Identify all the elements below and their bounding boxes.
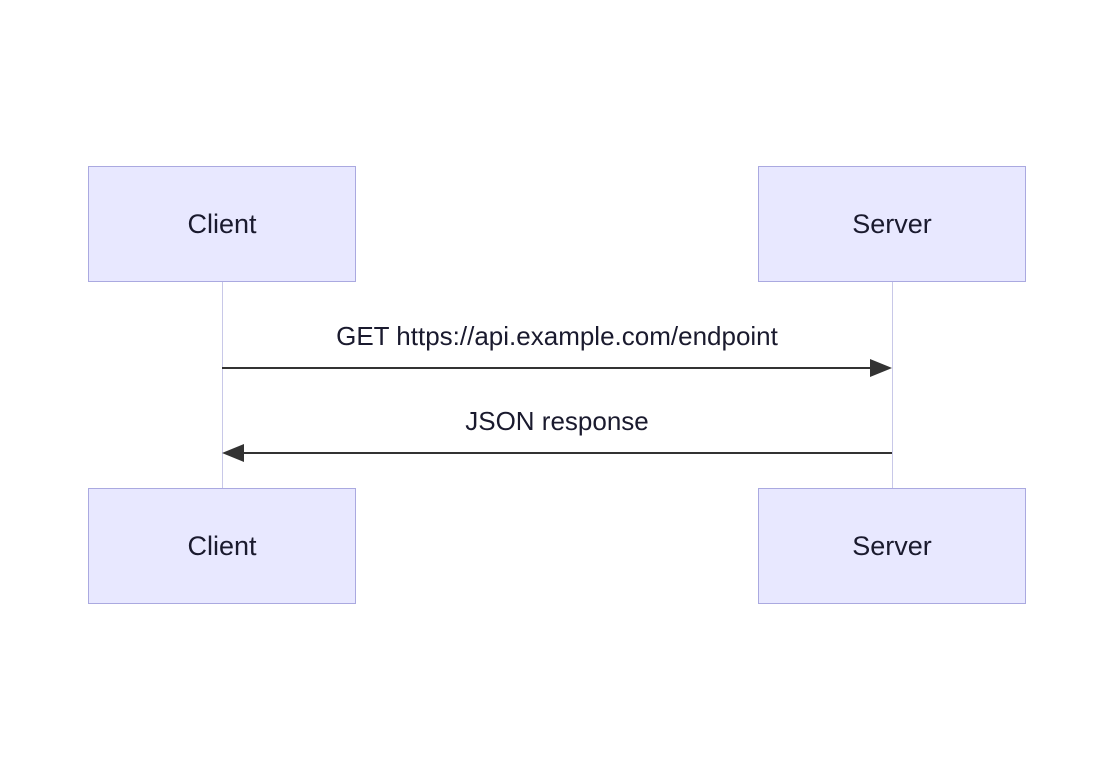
actor-label: Server (852, 209, 932, 240)
arrowhead-left-icon (222, 444, 244, 462)
actor-label: Server (852, 531, 932, 562)
actor-label: Client (187, 531, 256, 562)
actor-client-top: Client (88, 166, 356, 282)
message-label-response: JSON response (222, 406, 892, 437)
sequence-diagram: Client Server GET https://api.example.co… (0, 0, 1114, 772)
message-label-request: GET https://api.example.com/endpoint (222, 321, 892, 352)
actor-label: Client (187, 209, 256, 240)
actor-server-top: Server (758, 166, 1026, 282)
message-line-request (222, 367, 874, 369)
actor-server-bottom: Server (758, 488, 1026, 604)
lifeline-server (892, 282, 893, 488)
arrowhead-right-icon (870, 359, 892, 377)
message-line-response (240, 452, 892, 454)
actor-client-bottom: Client (88, 488, 356, 604)
